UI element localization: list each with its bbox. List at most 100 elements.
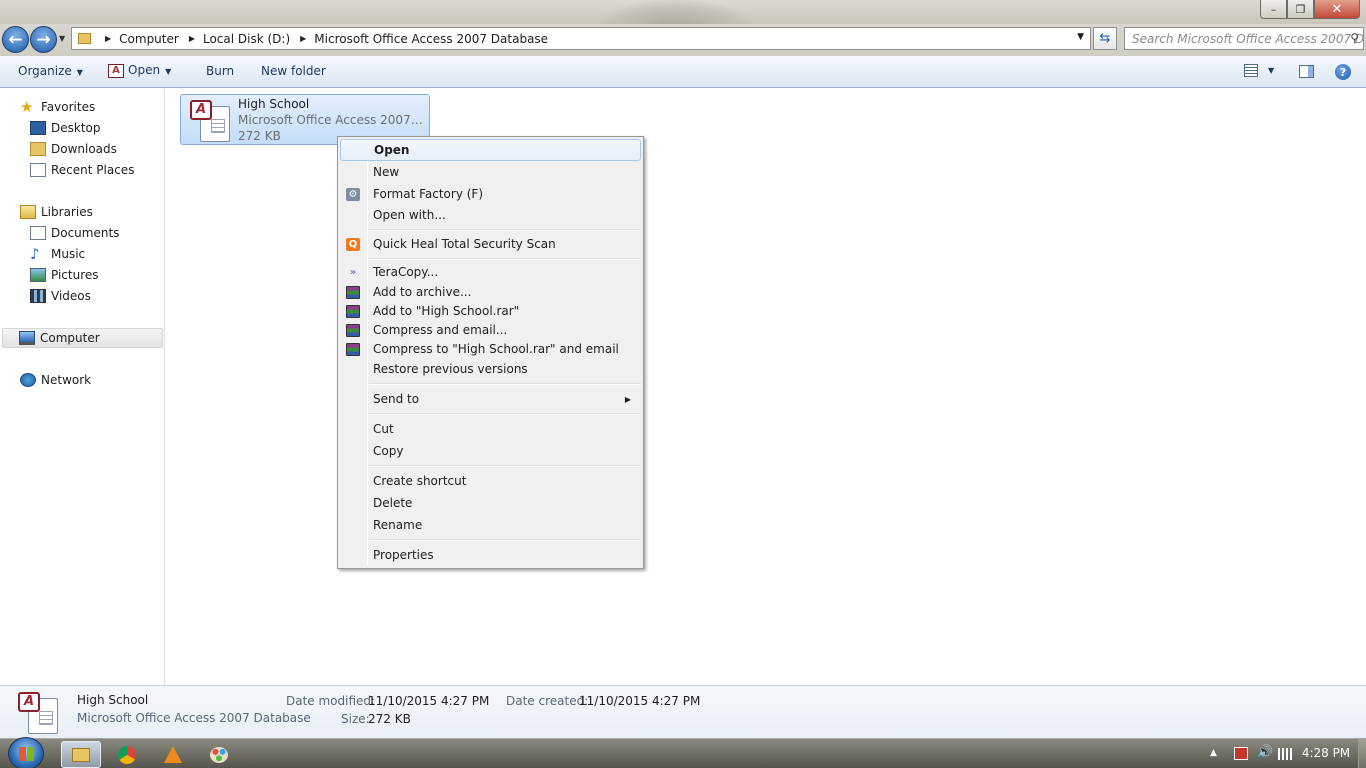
refresh-button[interactable]: ⇆ — [1093, 27, 1117, 50]
maximize-button[interactable]: ❐ — [1287, 0, 1314, 19]
date-modified-label: Date modified: — [286, 694, 376, 708]
burn-button[interactable]: Burn — [206, 64, 234, 78]
menu-label: Format Factory (F) — [373, 187, 484, 201]
videos-icon — [30, 289, 46, 303]
network-signal-icon[interactable] — [1278, 748, 1292, 760]
breadcrumb-arrow-icon[interactable]: ▶ — [300, 34, 306, 43]
close-button[interactable]: ✕ — [1314, 0, 1360, 19]
menu-item-compress-rar-email[interactable]: Compress to "High School.rar" and email — [340, 338, 641, 360]
breadcrumb-computer[interactable]: Computer — [119, 32, 179, 46]
menu-item-open-with[interactable]: Open with... — [340, 204, 641, 226]
menu-item-create-shortcut[interactable]: Create shortcut — [340, 470, 641, 492]
nav-music[interactable]: ♪ Music — [30, 244, 85, 264]
search-input[interactable]: Search Microsoft Office Access 2007 D...… — [1124, 27, 1364, 50]
menu-item-restore[interactable]: Restore previous versions — [340, 358, 641, 380]
nav-computer[interactable]: Computer — [2, 328, 163, 348]
nav-recent-places[interactable]: Recent Places — [30, 160, 134, 180]
title-bar[interactable]: – ❐ ✕ — [0, 0, 1366, 56]
breadcrumb-local-disk[interactable]: Local Disk (D:) — [203, 32, 290, 46]
taskbar: ▲ 🔊 4:28 PM — [0, 737, 1366, 768]
nav-label: Desktop — [51, 121, 101, 135]
folder-icon — [78, 33, 91, 44]
breadcrumb-arrow-icon[interactable]: ▶ — [189, 34, 195, 43]
menu-item-open[interactable]: Open — [340, 139, 641, 161]
breadcrumb-current-folder[interactable]: Microsoft Office Access 2007 Database — [314, 32, 548, 46]
change-view-icon[interactable] — [1244, 64, 1258, 77]
taskbar-paint[interactable] — [200, 741, 238, 768]
forward-button[interactable]: → — [30, 26, 57, 53]
show-desktop-button[interactable] — [1358, 739, 1366, 768]
back-button[interactable]: ← — [2, 26, 29, 53]
network-icon — [20, 373, 36, 387]
organize-button[interactable]: Organize ▼ — [18, 64, 83, 78]
menu-item-copy[interactable]: Copy — [340, 440, 641, 462]
menu-item-teracopy[interactable]: » TeraCopy... — [340, 261, 641, 283]
nav-desktop[interactable]: Desktop — [30, 118, 101, 138]
nav-pictures[interactable]: Pictures — [30, 265, 99, 285]
submenu-arrow-icon: ▶ — [624, 394, 631, 404]
nav-label: Pictures — [51, 268, 99, 282]
recent-pages-dropdown[interactable]: ▼ — [59, 34, 65, 43]
libraries-icon — [20, 205, 36, 219]
taskbar-vlc[interactable] — [154, 741, 192, 768]
action-center-icon[interactable] — [1234, 747, 1248, 760]
nav-network[interactable]: Network — [20, 370, 91, 390]
menu-label: Restore previous versions — [373, 362, 528, 376]
menu-label: Open with... — [373, 208, 446, 222]
taskbar-explorer[interactable] — [61, 741, 101, 768]
menu-item-cut[interactable]: Cut — [340, 418, 641, 440]
address-dropdown-icon[interactable]: ▼ — [1077, 32, 1084, 42]
menu-item-properties[interactable]: Properties — [340, 544, 641, 566]
nav-downloads[interactable]: Downloads — [30, 139, 117, 159]
arrow-right-icon: → — [36, 29, 51, 50]
navigation-pane: ★ Favorites Desktop Downloads Recent Plac… — [0, 89, 165, 685]
breadcrumb-arrow-icon[interactable]: ▶ — [105, 34, 111, 43]
nav-videos[interactable]: Videos — [30, 286, 91, 306]
help-icon[interactable]: ? — [1335, 64, 1351, 80]
preview-pane-icon[interactable] — [1299, 65, 1314, 78]
pictures-icon — [30, 268, 46, 282]
star-icon: ★ — [20, 98, 34, 116]
new-folder-button[interactable]: New folder — [261, 64, 326, 78]
menu-item-quick-heal[interactable]: Q Quick Heal Total Security Scan — [340, 233, 641, 255]
menu-label: Compress and email... — [373, 323, 508, 337]
documents-icon — [30, 226, 46, 240]
nav-documents[interactable]: Documents — [30, 223, 119, 243]
menu-item-format-factory[interactable]: ⚙ Format Factory (F) — [340, 183, 641, 205]
chevron-down-icon: ▼ — [76, 68, 83, 77]
menu-label: TeraCopy... — [373, 265, 439, 279]
quick-heal-icon: Q — [346, 237, 360, 251]
menu-item-delete[interactable]: Delete — [340, 492, 641, 514]
desktop-icon — [30, 121, 46, 135]
computer-icon — [19, 331, 35, 345]
recent-places-icon — [30, 163, 46, 177]
nav-favorites[interactable]: ★ Favorites — [20, 97, 95, 117]
minimize-button[interactable]: – — [1260, 0, 1287, 19]
show-hidden-icons[interactable]: ▲ — [1210, 748, 1217, 758]
access-icon: A — [108, 63, 124, 78]
date-created-label: Date created: — [506, 694, 589, 708]
open-button[interactable]: A Open ▼ — [108, 63, 171, 78]
chevron-down-icon[interactable]: ▼ — [1268, 66, 1274, 75]
menu-item-new[interactable]: New — [340, 161, 641, 183]
menu-item-send-to[interactable]: Send to ▶ — [340, 388, 641, 410]
start-button[interactable] — [8, 737, 44, 768]
taskbar-chrome[interactable] — [108, 741, 146, 768]
size-label: Size: — [341, 712, 370, 726]
command-bar: Organize ▼ A Open ▼ Burn New folder ▼ ? — [0, 56, 1366, 88]
address-bar[interactable]: ▶ Computer ▶ Local Disk (D:) ▶ Microsoft… — [71, 27, 1091, 50]
search-icon[interactable]: ⚲ — [1350, 31, 1359, 45]
menu-label: Copy — [373, 444, 404, 458]
clock[interactable]: 4:28 PM — [1294, 746, 1358, 760]
downloads-folder-icon — [30, 142, 46, 156]
music-icon: ♪ — [30, 245, 40, 263]
organize-label: Organize — [18, 64, 72, 78]
winrar-icon — [346, 285, 360, 299]
nav-label: Computer — [40, 331, 100, 345]
menu-item-rename[interactable]: Rename — [340, 514, 641, 536]
refresh-icon: ⇆ — [1099, 31, 1111, 46]
nav-label: Libraries — [41, 205, 93, 219]
nav-libraries[interactable]: Libraries — [20, 202, 93, 222]
volume-icon[interactable]: 🔊 — [1257, 745, 1273, 760]
nav-label: Videos — [51, 289, 91, 303]
